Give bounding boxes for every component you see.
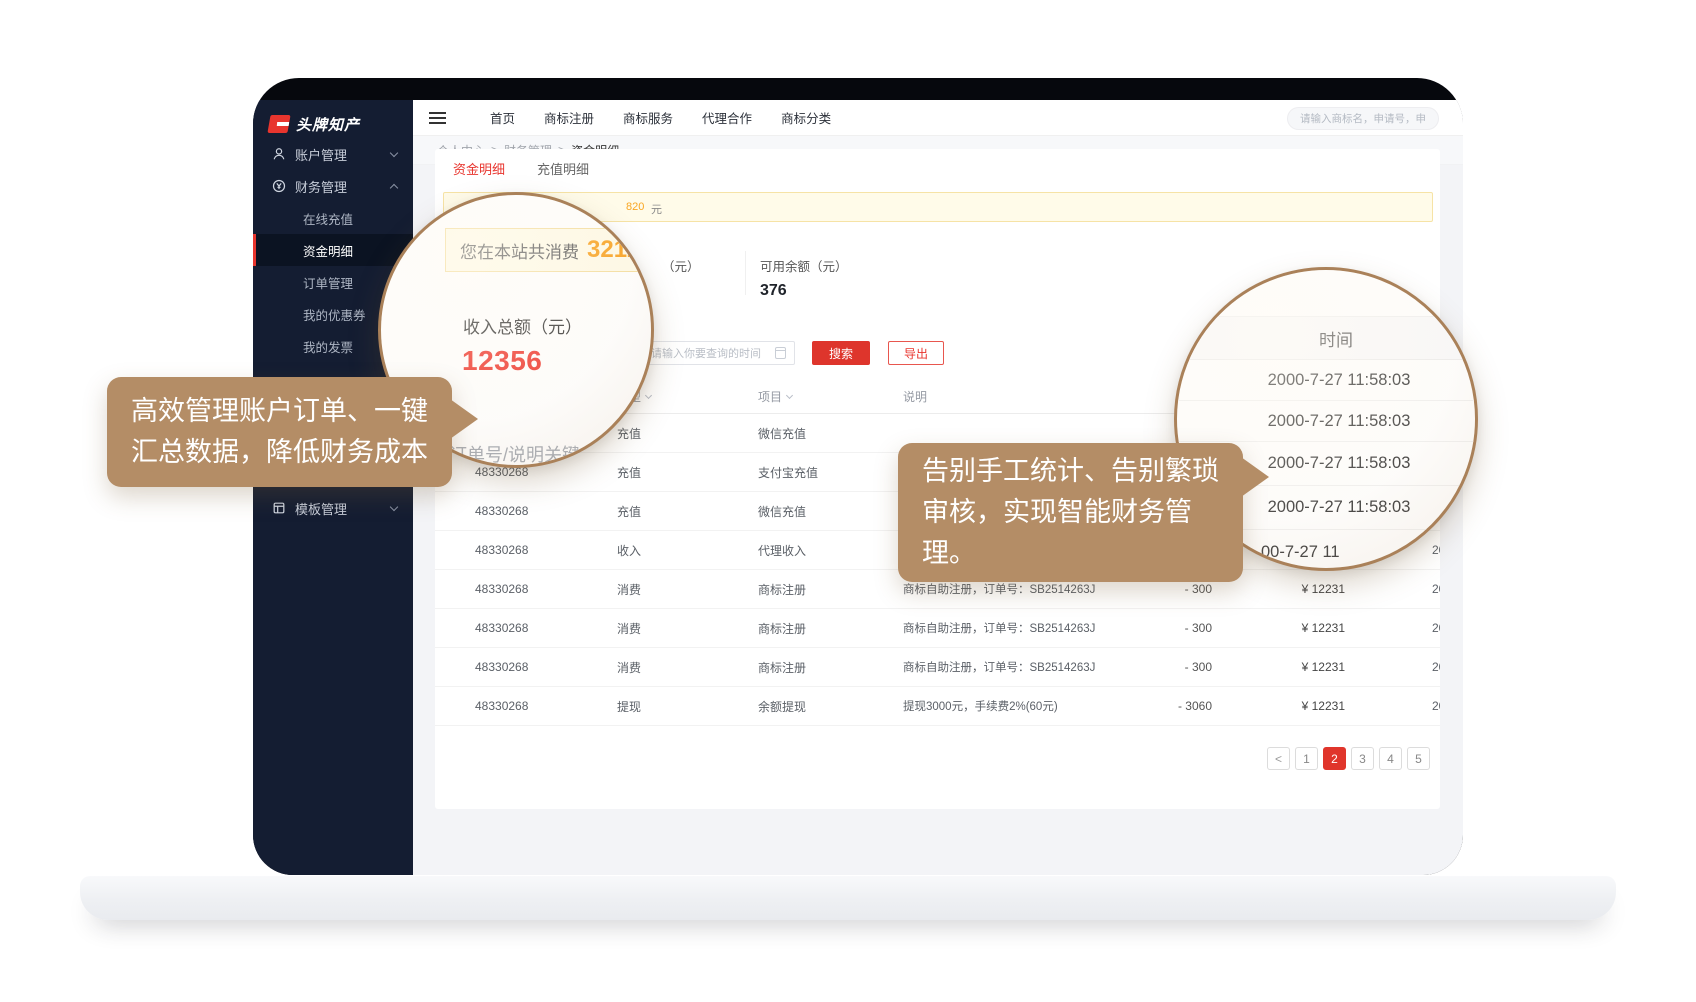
brand-logo-icon xyxy=(267,115,290,133)
magnified-banner-prefix: 您在本站共消费 xyxy=(460,238,579,263)
table-row: 48330268 提现 余额提现 提现3000元，手续费2%(60元) - 30… xyxy=(435,687,1440,726)
magnified-income-label: 收入总额（元） xyxy=(463,313,582,338)
tab-recharge-detail[interactable]: 充值明细 xyxy=(537,159,589,178)
brand-name: 头牌知产 xyxy=(296,114,360,135)
nav-agency-cooperation[interactable]: 代理合作 xyxy=(702,108,752,127)
page-button-3[interactable]: 3 xyxy=(1351,747,1374,770)
nav-trademark-services[interactable]: 商标服务 xyxy=(623,108,673,127)
sidebar-item-finance[interactable]: 财务管理 xyxy=(253,170,413,202)
brand-logo: 头牌知产 xyxy=(253,100,413,138)
trademark-search-input[interactable] xyxy=(1287,107,1439,130)
tab-funds-detail[interactable]: 资金明细 xyxy=(453,159,505,178)
user-icon xyxy=(271,147,286,162)
magnified-consumption-banner: 您在本站共消费 32124 xyxy=(445,228,654,272)
chevron-down-icon xyxy=(390,502,398,510)
magnified-order-header: 订单号/说明关键 xyxy=(449,441,580,467)
tooltip-left: 高效管理账户订单、一键 汇总数据，降低财务成本 xyxy=(107,377,452,487)
date-range-input[interactable]: 请输入你要查询的时间 xyxy=(640,341,795,365)
sidebar-item-label: 财务管理 xyxy=(295,177,347,196)
page-button-5[interactable]: 5 xyxy=(1407,747,1430,770)
page: 头牌知产 账户管理 财务管理 xyxy=(0,0,1696,1002)
nav-trademark-register[interactable]: 商标注册 xyxy=(544,108,594,127)
page-button-4[interactable]: 4 xyxy=(1379,747,1402,770)
sidebar-item-funds-detail[interactable]: 资金明细 xyxy=(253,234,413,266)
balance-value: 376 xyxy=(760,282,848,300)
export-button[interactable]: 导出 xyxy=(888,341,944,365)
sidebar: 头牌知产 账户管理 财务管理 xyxy=(253,100,413,875)
nav-trademark-classes[interactable]: 商标分类 xyxy=(781,108,831,127)
consumption-amount-small: 820 xyxy=(626,201,644,213)
finance-icon xyxy=(271,179,286,194)
table-row: 48330268 消费 商标注册 商标自助注册，订单号：SB2514263J -… xyxy=(435,609,1440,648)
magnified-time-header: 时间 xyxy=(1177,316,1475,360)
page-button-1[interactable]: 1 xyxy=(1295,747,1318,770)
table-row: 48330268 消费 商标注册 商标自助注册，订单号：SB2514263J -… xyxy=(435,648,1440,687)
balance-label: 可用余额（元） xyxy=(760,256,848,275)
magnified-income-value: 12356 xyxy=(462,345,542,377)
header-item[interactable]: 项目 xyxy=(758,388,903,405)
chevron-up-icon xyxy=(390,183,398,191)
card-tabs: 资金明细 充值明细 xyxy=(453,159,589,178)
magnified-time-row: 2000-7-27 11:58:03 xyxy=(1177,360,1475,401)
prev-page-button[interactable]: < xyxy=(1267,747,1290,770)
expense-unit-label: （元） xyxy=(662,256,700,275)
header-desc: 说明 xyxy=(903,388,1115,405)
tooltip-right: 告别手工统计、告别繁琐 审核，实现智能财务管 理。 xyxy=(898,443,1243,582)
page-button-2[interactable]: 2 xyxy=(1323,747,1346,770)
nav-home[interactable]: 首页 xyxy=(490,108,515,127)
sidebar-item-template[interactable]: 模板管理 xyxy=(253,492,413,524)
magnified-banner-amount: 32124 xyxy=(587,236,654,264)
menu-icon[interactable] xyxy=(429,117,446,119)
sort-caret-icon xyxy=(645,391,652,398)
top-navbar: 首页 商标注册 商标服务 代理合作 商标分类 xyxy=(413,100,1463,136)
magnified-time-row: 2000-7-27 11:58:03 xyxy=(1177,401,1475,442)
chevron-down-icon xyxy=(390,148,398,156)
pagination: < 1 2 3 4 5 xyxy=(1267,747,1430,770)
balance-stat: 可用余额（元） 376 xyxy=(760,256,848,300)
top-nav-links: 首页 商标注册 商标服务 代理合作 商标分类 xyxy=(490,108,831,127)
template-icon xyxy=(271,501,286,516)
sidebar-item-label: 模板管理 xyxy=(295,499,347,518)
laptop-base xyxy=(80,876,1616,920)
sort-caret-icon xyxy=(786,391,793,398)
sidebar-item-account[interactable]: 账户管理 xyxy=(253,138,413,170)
date-placeholder: 请输入你要查询的时间 xyxy=(641,345,775,361)
search-button[interactable]: 搜索 xyxy=(812,341,870,365)
sidebar-item-online-recharge[interactable]: 在线充值 xyxy=(253,202,413,234)
consumption-unit: 元 xyxy=(651,201,662,217)
sidebar-item-label: 账户管理 xyxy=(295,145,347,164)
stats-divider xyxy=(745,251,746,295)
calendar-icon xyxy=(775,347,786,359)
